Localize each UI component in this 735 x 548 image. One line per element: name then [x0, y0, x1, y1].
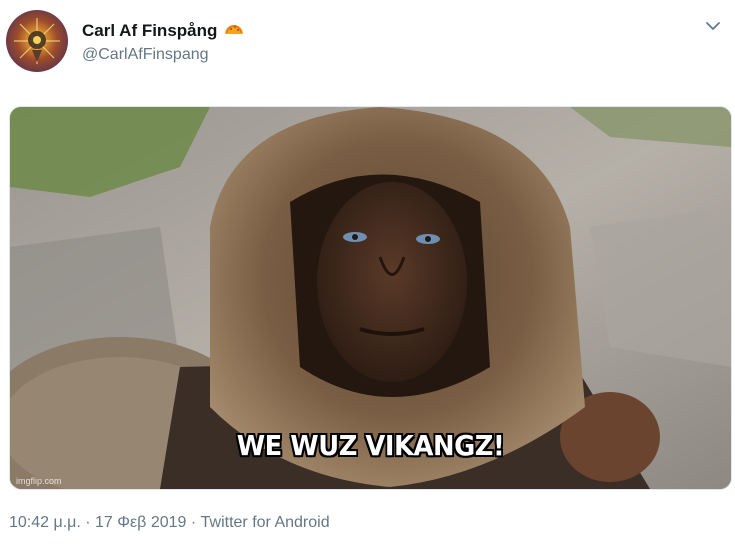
tweet-source-link[interactable]: Twitter for Android: [201, 514, 330, 531]
avatar[interactable]: [6, 10, 68, 72]
meta-separator: ·: [80, 514, 96, 531]
tweet-metadata: 10:42 μ.μ. · 17 Φεβ 2019 · Twitter for A…: [9, 514, 330, 532]
taco-icon: [223, 20, 245, 41]
avatar-image: [14, 18, 60, 64]
author-handle[interactable]: @CarlAfFinspang: [82, 46, 209, 64]
chevron-down-icon[interactable]: [705, 18, 721, 34]
tweet-media-image[interactable]: WE WUZ VIKANGZ! imgflip.com: [9, 106, 732, 490]
author-name-row: Carl Af Finspång: [82, 20, 245, 41]
meta-separator: ·: [186, 514, 201, 531]
meme-caption: WE WUZ VIKANGZ!: [236, 429, 505, 462]
image-watermark: imgflip.com: [16, 476, 62, 486]
tweet-timestamp[interactable]: 10:42 μ.μ.: [9, 514, 81, 531]
tweet-date[interactable]: 17 Φεβ 2019: [95, 514, 186, 531]
author-display-name[interactable]: Carl Af Finspång: [82, 21, 217, 41]
